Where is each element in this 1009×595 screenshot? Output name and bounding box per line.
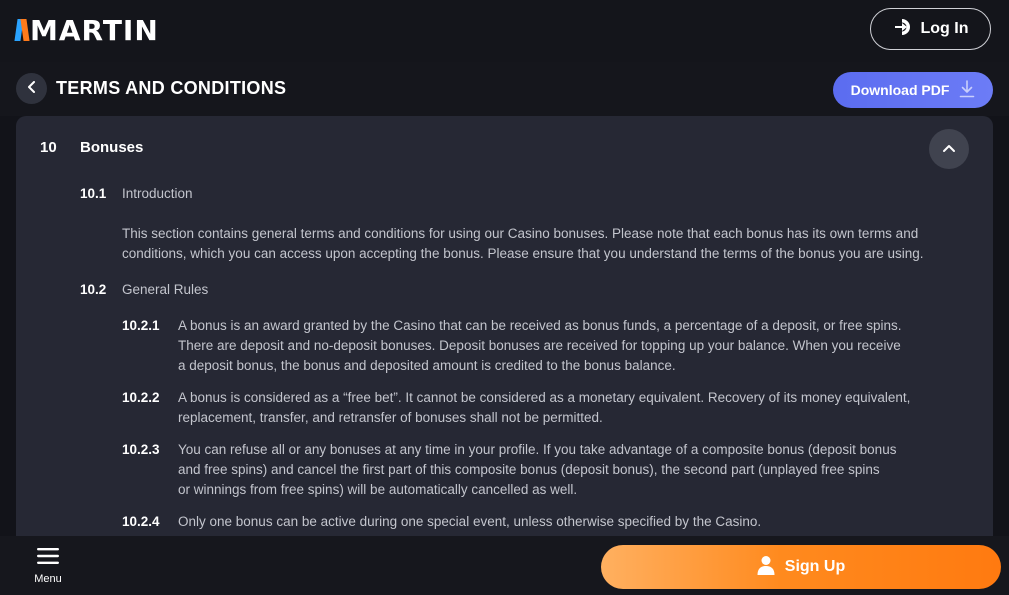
rule-number: 10.2.4 (122, 514, 160, 529)
download-pdf-button[interactable]: Download PDF (833, 72, 993, 108)
chevron-left-icon (26, 80, 38, 98)
sign-up-button[interactable]: Sign Up (601, 545, 1001, 589)
subsection-paragraph: This section contains general terms and … (122, 224, 924, 264)
rule-line: and free spins) and cancel the first par… (178, 462, 880, 477)
rule-text: Only one bonus can be active during one … (178, 512, 761, 532)
login-label: Log In (920, 20, 969, 37)
rule-text: You can refuse all or any bonuses at any… (178, 440, 896, 500)
brand-name: MARTIN (30, 13, 159, 47)
rule-line: or winnings from free spins) will be aut… (178, 482, 578, 497)
rule-line: Only one bonus can be active during one … (178, 514, 762, 529)
hamburger-icon (37, 548, 59, 569)
paragraph-line: This section contains general terms and … (122, 226, 919, 241)
rule-line: A bonus is considered as a “free bet”. I… (178, 390, 911, 405)
menu-label: Menu (34, 573, 62, 585)
subsection-number: 10.2 (80, 282, 107, 297)
rule-line: There are deposit and no-deposit bonuses… (178, 338, 901, 353)
rule-text: A bonus is an award granted by the Casin… (178, 316, 901, 376)
login-button[interactable]: Log In (870, 8, 991, 50)
download-icon (959, 79, 975, 101)
chevron-up-icon (942, 140, 956, 158)
rule-number: 10.2.2 (122, 390, 160, 405)
rule-number: 10.2.3 (122, 442, 160, 457)
subsection-title: Introduction (122, 186, 193, 201)
rule-text: A bonus is considered as a “free bet”. I… (178, 388, 910, 428)
sign-up-label: Sign Up (784, 558, 846, 575)
rule-line: a deposit bonus, the bonus and deposited… (178, 358, 676, 373)
brand-logo[interactable]: MARTIN (14, 13, 159, 47)
subsection-title: General Rules (122, 282, 209, 297)
section-title: Bonuses (80, 139, 144, 156)
login-arrow-icon (893, 17, 913, 42)
rule-line: You can refuse all or any bonuses at any… (178, 442, 897, 457)
user-icon (757, 555, 775, 580)
download-pdf-label: Download PDF (850, 82, 950, 98)
paragraph-line: conditions, which you can access upon ac… (122, 246, 924, 261)
rule-number: 10.2.1 (122, 318, 160, 333)
rule-line: A bonus is an award granted by the Casin… (178, 318, 902, 333)
page-title: TERMS AND CONDITIONS (56, 78, 287, 98)
logo-mark-icon (14, 19, 36, 41)
collapse-section-button[interactable] (929, 129, 969, 169)
back-button[interactable] (16, 73, 47, 104)
menu-button[interactable]: Menu (28, 548, 68, 588)
section-number: 10 (40, 139, 57, 156)
rule-line: replacement, transfer, and retransfer of… (178, 410, 603, 425)
subsection-number: 10.1 (80, 186, 107, 201)
